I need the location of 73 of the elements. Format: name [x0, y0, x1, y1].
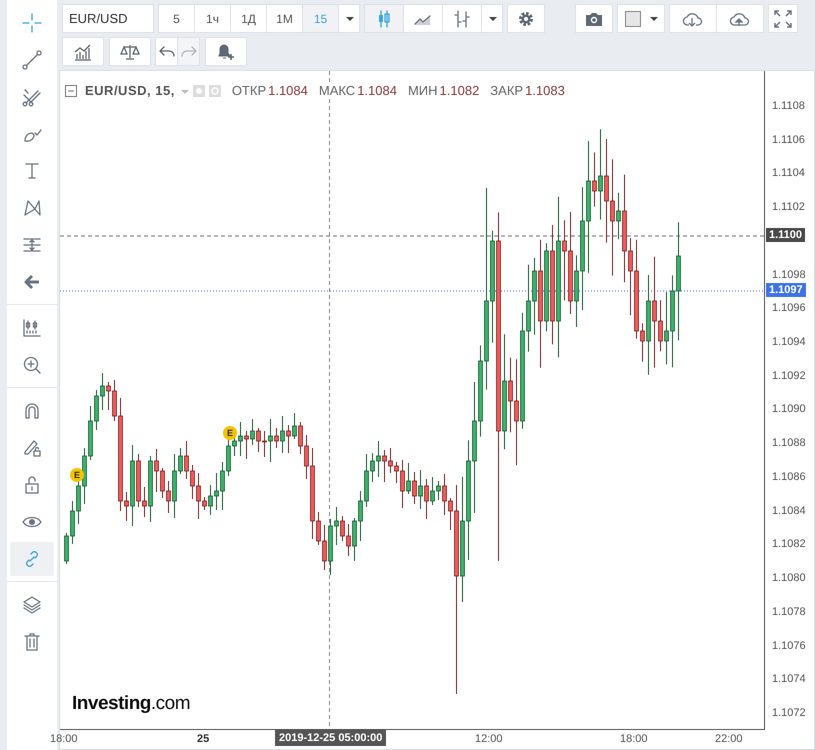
candle-ruler-icon	[22, 318, 42, 338]
time-label: 18:00	[50, 733, 78, 745]
price-label: 1.1076	[772, 640, 806, 652]
price-label: 1.1080	[772, 572, 806, 584]
price-label: 1.1108	[772, 100, 805, 112]
legend-symbol: EUR/USD, 15,	[85, 83, 175, 98]
legend-label: МИН	[408, 83, 438, 98]
price-label: 1.1072	[772, 706, 806, 719]
price-label: 1.1082	[772, 538, 806, 550]
color-picker-button[interactable]	[617, 4, 665, 33]
chart-type-button[interactable]	[403, 4, 443, 33]
time-label: 22:00	[715, 733, 743, 745]
chart-type-button[interactable]	[442, 4, 482, 33]
time-label: 12:00	[475, 733, 503, 745]
legend-label: ЗАКР	[490, 83, 524, 98]
price-label: 1.1092	[772, 370, 806, 382]
legend-value: 1.1082	[440, 83, 480, 98]
legend-value: 1.1083	[525, 83, 565, 98]
pattern-tool-icon	[22, 198, 42, 218]
undo-button[interactable]	[155, 37, 178, 66]
bell-plus-icon	[216, 42, 236, 62]
price-label: 1.1098	[772, 268, 806, 281]
legend-value: 1.1084	[357, 83, 397, 98]
investing-logo: Investing.com	[72, 693, 190, 715]
indicators-icon	[73, 42, 93, 62]
compare-button[interactable]	[109, 37, 151, 66]
upload-button[interactable]	[716, 4, 764, 33]
fullscreen-button[interactable]	[768, 4, 798, 33]
time-label: 18:00	[620, 733, 648, 745]
dropdown-button[interactable]	[338, 4, 360, 33]
line-tool-icon	[22, 50, 42, 70]
price-label: 1.1078	[772, 606, 806, 618]
legend-label: ОТКР	[232, 83, 266, 98]
trash-icon	[22, 632, 42, 652]
collapse-icon	[64, 84, 78, 98]
legend-value: 1.1084	[268, 83, 308, 98]
pencil-lock-icon	[22, 438, 42, 458]
legend-label: МАКС	[318, 83, 356, 98]
price-badge: 1.1100	[766, 228, 806, 242]
price-label: 1.1074	[772, 673, 806, 686]
price-label: 1.1094	[772, 336, 806, 348]
crosshair-icon	[22, 12, 42, 32]
earnings-marker[interactable]: E	[70, 468, 84, 482]
indicators-button[interactable]	[62, 37, 104, 66]
time-label: 25	[197, 733, 210, 745]
price-label: 1.1084	[772, 504, 806, 517]
interval-button[interactable]: 1Д	[230, 4, 267, 33]
settings-button[interactable]	[507, 4, 545, 33]
interval-button[interactable]: 1М	[266, 4, 303, 33]
zoom-in-icon	[22, 354, 42, 374]
dropdown-button[interactable]	[481, 4, 503, 33]
interval-button[interactable]: 5	[158, 4, 195, 33]
screenshot-button[interactable]	[575, 4, 613, 33]
add-alert-button[interactable]	[205, 37, 247, 66]
tool-button[interactable]	[10, 542, 54, 576]
price-label: 1.1106	[772, 134, 805, 146]
interval-button[interactable]: 1ч	[194, 4, 231, 33]
price-label: 1.1090	[772, 403, 806, 416]
fullscreen-icon	[773, 8, 793, 28]
price-label: 1.1096	[772, 302, 806, 314]
symbol-field[interactable]: EUR/USD	[62, 4, 154, 33]
price-label: 1.1088	[772, 437, 806, 450]
download-button[interactable]	[669, 4, 717, 33]
earnings-marker[interactable]: E	[223, 426, 237, 440]
bar-chart-icon	[452, 8, 472, 28]
layers-icon	[22, 594, 42, 614]
price-badge: 1.1097	[766, 283, 806, 297]
color-swatch-icon	[624, 10, 642, 28]
crosshair-time-label: 2019-12-25 05:00:00	[275, 730, 386, 746]
price-label: 1.1102	[772, 201, 805, 214]
price-label: 1.1086	[772, 470, 806, 483]
price-label: 1.1104	[772, 167, 805, 180]
fork-tool-icon	[22, 86, 42, 106]
